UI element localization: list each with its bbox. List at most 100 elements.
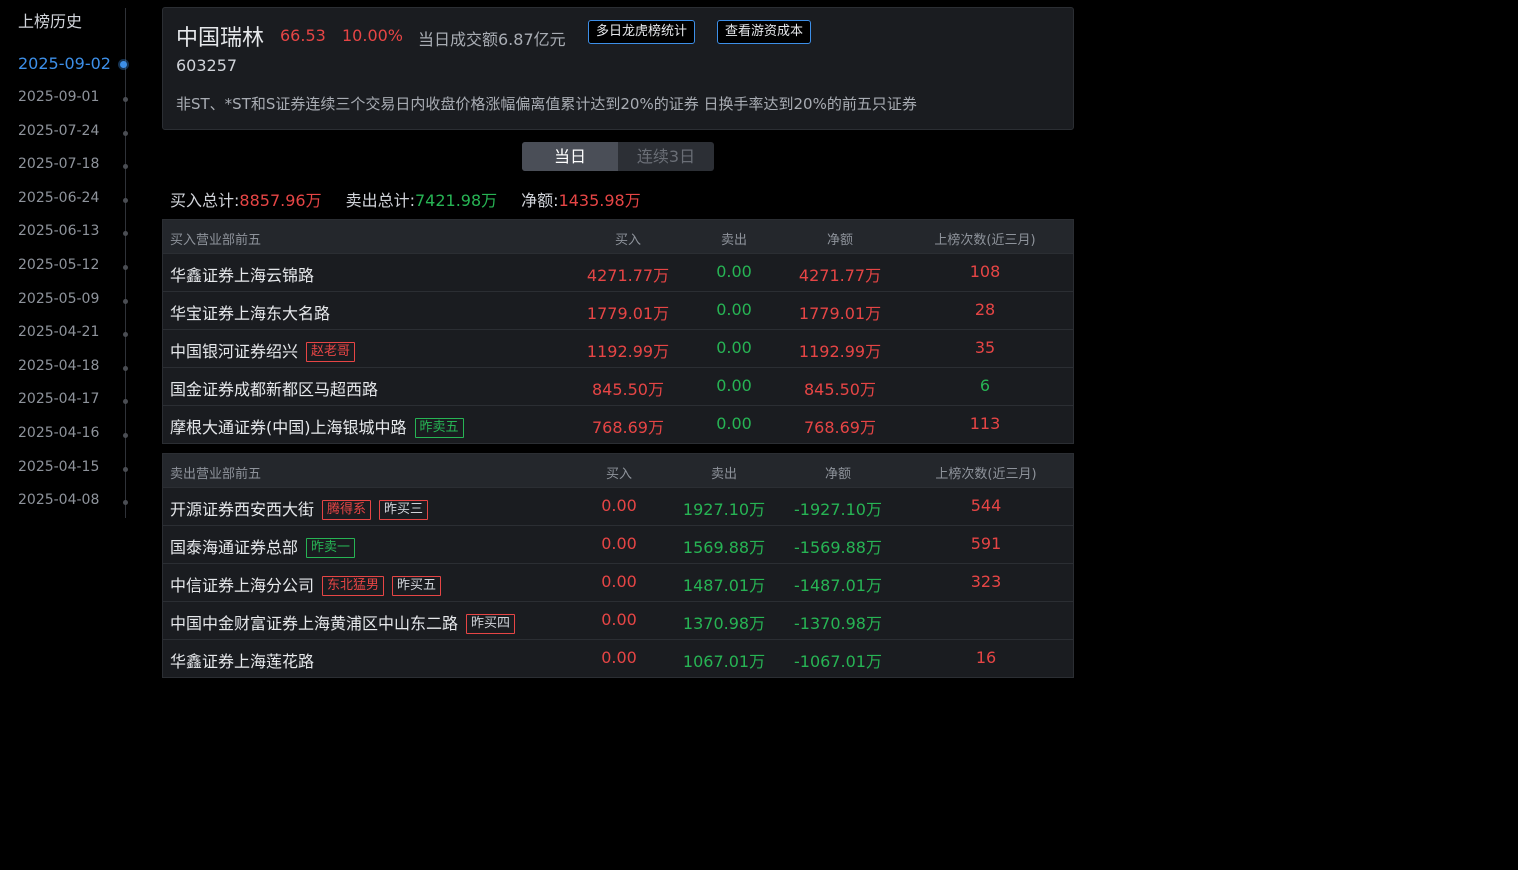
broker-name: 中信证券上海分公司 bbox=[170, 576, 315, 595]
timeline-dot-icon bbox=[123, 131, 128, 136]
date-item[interactable]: 2025-04-08 bbox=[18, 492, 99, 508]
listing-count-cell: 113 bbox=[969, 414, 1001, 433]
broker-name: 华鑫证券上海莲花路 bbox=[170, 652, 315, 671]
timeline-dot-icon bbox=[123, 399, 128, 404]
broker-tag-badge: 昨买四 bbox=[466, 614, 516, 634]
broker-name-cell: 中国银河证券绍兴 赵老哥 bbox=[170, 338, 356, 362]
broker-name: 中国中金财富证券上海黄浦区中山东二路 bbox=[170, 614, 459, 633]
header-count: 上榜次数(近三月) bbox=[934, 233, 1036, 248]
buy-amount-cell: 4271.77万 bbox=[586, 266, 670, 285]
broker-tag-badge: 昨买三 bbox=[379, 500, 429, 520]
broker-name: 国泰海通证券总部 bbox=[170, 538, 299, 557]
stock-code: 603257 bbox=[176, 56, 238, 75]
table-row[interactable]: 中信证券上海分公司 东北猛男 昨买五 0.00 1487.01万 -1487.01万 323 bbox=[163, 563, 1073, 601]
listing-count-cell: 323 bbox=[970, 572, 1002, 591]
sell-amount-cell: 0.00 bbox=[716, 300, 752, 319]
broker-name-cell: 中信证券上海分公司 东北猛男 昨买五 bbox=[170, 572, 442, 596]
broker-tag-badge: 东北猛男 bbox=[322, 576, 385, 596]
tab-today[interactable]: 当日 bbox=[522, 142, 618, 171]
header-name: 买入营业部前五 bbox=[170, 233, 262, 248]
net-amount-cell: 1192.99万 bbox=[798, 342, 882, 361]
date-item[interactable]: 2025-09-01 bbox=[18, 89, 99, 105]
table-row[interactable]: 开源证券西安西大街 腾得系 昨买三 0.00 1927.10万 -1927.10万 544 bbox=[163, 487, 1073, 525]
sell-table: 卖出营业部前五 买入 卖出 净额 上榜次数(近三月) 开源证券西安西大街 腾得系昨… bbox=[162, 453, 1074, 678]
broker-name: 中国银河证券绍兴 bbox=[170, 342, 299, 361]
timeline-dot-icon bbox=[123, 198, 128, 203]
table-row[interactable]: 摩根大通证券(中国)上海银城中路 昨卖五 768.69万 0.00 768.69万 113 bbox=[163, 405, 1073, 443]
broker-name-cell: 摩根大通证券(中国)上海银城中路 昨卖五 bbox=[170, 414, 464, 438]
date-item[interactable]: 2025-09-02 bbox=[18, 54, 111, 73]
broker-tag-badge: 昨卖一 bbox=[306, 538, 356, 558]
date-item[interactable]: 2025-07-24 bbox=[18, 123, 99, 139]
table-row[interactable]: 华鑫证券上海云锦路 4271.77万 0.00 4271.77万 108 bbox=[163, 253, 1073, 291]
broker-name-cell: 中国中金财富证券上海黄浦区中山东二路 昨买四 bbox=[170, 610, 516, 634]
date-item[interactable]: 2025-06-24 bbox=[18, 190, 99, 206]
date-item[interactable]: 2025-05-12 bbox=[18, 257, 99, 273]
timeline-dot-icon bbox=[123, 164, 128, 169]
broker-name: 开源证券西安西大街 bbox=[170, 500, 315, 519]
net-amount-cell: -1927.10万 bbox=[794, 500, 882, 519]
date-item[interactable]: 2025-04-16 bbox=[18, 425, 99, 441]
broker-tag-badge: 腾得系 bbox=[322, 500, 372, 520]
timeline-dot-icon bbox=[123, 433, 128, 438]
buy-amount-cell: 0.00 bbox=[601, 648, 637, 667]
sell-amount-cell: 0.00 bbox=[716, 262, 752, 281]
tab-three-day[interactable]: 连续3日 bbox=[618, 142, 714, 171]
buy-amount-cell: 845.50万 bbox=[592, 380, 664, 399]
multi-day-stats-button[interactable]: 多日龙虎榜统计 bbox=[588, 20, 696, 44]
table-row[interactable]: 国泰海通证券总部 昨卖一 0.00 1569.88万 -1569.88万 591 bbox=[163, 525, 1073, 563]
broker-name-cell: 国金证券成都新都区马超西路 bbox=[170, 376, 378, 400]
table-row[interactable]: 华宝证券上海东大名路 1779.01万 0.00 1779.01万 28 bbox=[163, 291, 1073, 329]
timeline-dot-icon bbox=[123, 265, 128, 270]
period-toggle: 当日 连续3日 bbox=[522, 142, 714, 171]
timeline-line bbox=[125, 8, 126, 518]
header-net: 净额 bbox=[826, 233, 854, 248]
net-amount-cell: 768.69万 bbox=[804, 418, 876, 437]
buy-amount-cell: 0.00 bbox=[601, 496, 637, 515]
net-amount-cell: -1569.88万 bbox=[794, 538, 882, 557]
net-amount-cell: -1487.01万 bbox=[794, 576, 882, 595]
broker-name-cell: 华鑫证券上海云锦路 bbox=[170, 262, 314, 286]
listing-count-cell: 544 bbox=[970, 496, 1002, 515]
sell-amount-cell: 1370.98万 bbox=[682, 614, 766, 633]
timeline-dot-icon bbox=[123, 332, 128, 337]
table-row[interactable]: 中国银河证券绍兴 赵老哥 1192.99万 0.00 1192.99万 35 bbox=[163, 329, 1073, 367]
broker-name: 国金证券成都新都区马超西路 bbox=[170, 380, 379, 399]
player-cost-button[interactable]: 查看游资成本 bbox=[717, 20, 812, 44]
table-row[interactable]: 中国中金财富证券上海黄浦区中山东二路 昨买四 0.00 1370.98万 -1370.9… bbox=[163, 601, 1073, 639]
broker-name-cell: 华宝证券上海东大名路 bbox=[170, 300, 330, 324]
net-amount-cell: 1779.01万 bbox=[798, 304, 882, 323]
history-sidebar: 上榜历史 2025-09-02 2025-09-01 2025-07-24 2025-… bbox=[0, 0, 140, 520]
sell-total-label: 卖出总计: bbox=[345, 191, 415, 210]
table-row[interactable]: 国金证券成都新都区马超西路 845.50万 0.00 845.50万 6 bbox=[163, 367, 1073, 405]
listing-reason: 非ST、*ST和S证券连续三个交易日内收盘价格涨幅偏离值累计达到20%的证券 日… bbox=[176, 95, 917, 113]
net-amount-cell: -1370.98万 bbox=[794, 614, 882, 633]
main-panel: 中国瑞林 66.53 10.00% 当日成交额6.87亿元 多日龙虎榜统计 查看… bbox=[162, 7, 1074, 678]
broker-name-cell: 华鑫证券上海莲花路 bbox=[170, 648, 314, 672]
timeline-dot-icon bbox=[123, 299, 128, 304]
sell-amount-cell: 1927.10万 bbox=[682, 500, 766, 519]
broker-name-cell: 国泰海通证券总部 昨卖一 bbox=[170, 534, 356, 558]
date-item[interactable]: 2025-04-15 bbox=[18, 459, 99, 475]
date-item[interactable]: 2025-07-18 bbox=[18, 156, 99, 172]
date-item[interactable]: 2025-04-21 bbox=[18, 324, 99, 340]
date-item[interactable]: 2025-04-18 bbox=[18, 358, 99, 374]
table-row[interactable]: 华鑫证券上海莲花路 0.00 1067.01万 -1067.01万 16 bbox=[163, 639, 1073, 677]
date-item[interactable]: 2025-04-17 bbox=[18, 391, 99, 407]
stock-info-card: 中国瑞林 66.53 10.00% 当日成交额6.87亿元 多日龙虎榜统计 查看… bbox=[162, 7, 1074, 130]
totals-bar: 买入总计:8857.96万 卖出总计:7421.98万 净额:1435.98万 bbox=[170, 187, 641, 211]
date-item[interactable]: 2025-06-13 bbox=[18, 223, 99, 239]
broker-tag-badge: 赵老哥 bbox=[306, 342, 356, 362]
net-total-label: 净额: bbox=[521, 191, 559, 210]
date-item[interactable]: 2025-05-09 bbox=[18, 291, 99, 307]
header-sell: 卖出 bbox=[720, 233, 748, 248]
listing-count-cell: 591 bbox=[970, 534, 1002, 553]
net-amount-cell: -1067.01万 bbox=[794, 652, 882, 671]
stock-change-percent: 10.00% bbox=[342, 26, 404, 45]
broker-name: 华鑫证券上海云锦路 bbox=[170, 266, 315, 285]
broker-name: 摩根大通证券(中国)上海银城中路 bbox=[170, 418, 407, 437]
sell-amount-cell: 0.00 bbox=[716, 414, 752, 433]
stock-name: 中国瑞林 bbox=[176, 26, 265, 51]
sell-amount-cell: 0.00 bbox=[716, 338, 752, 357]
net-total-value: 1435.98万 bbox=[558, 191, 641, 210]
